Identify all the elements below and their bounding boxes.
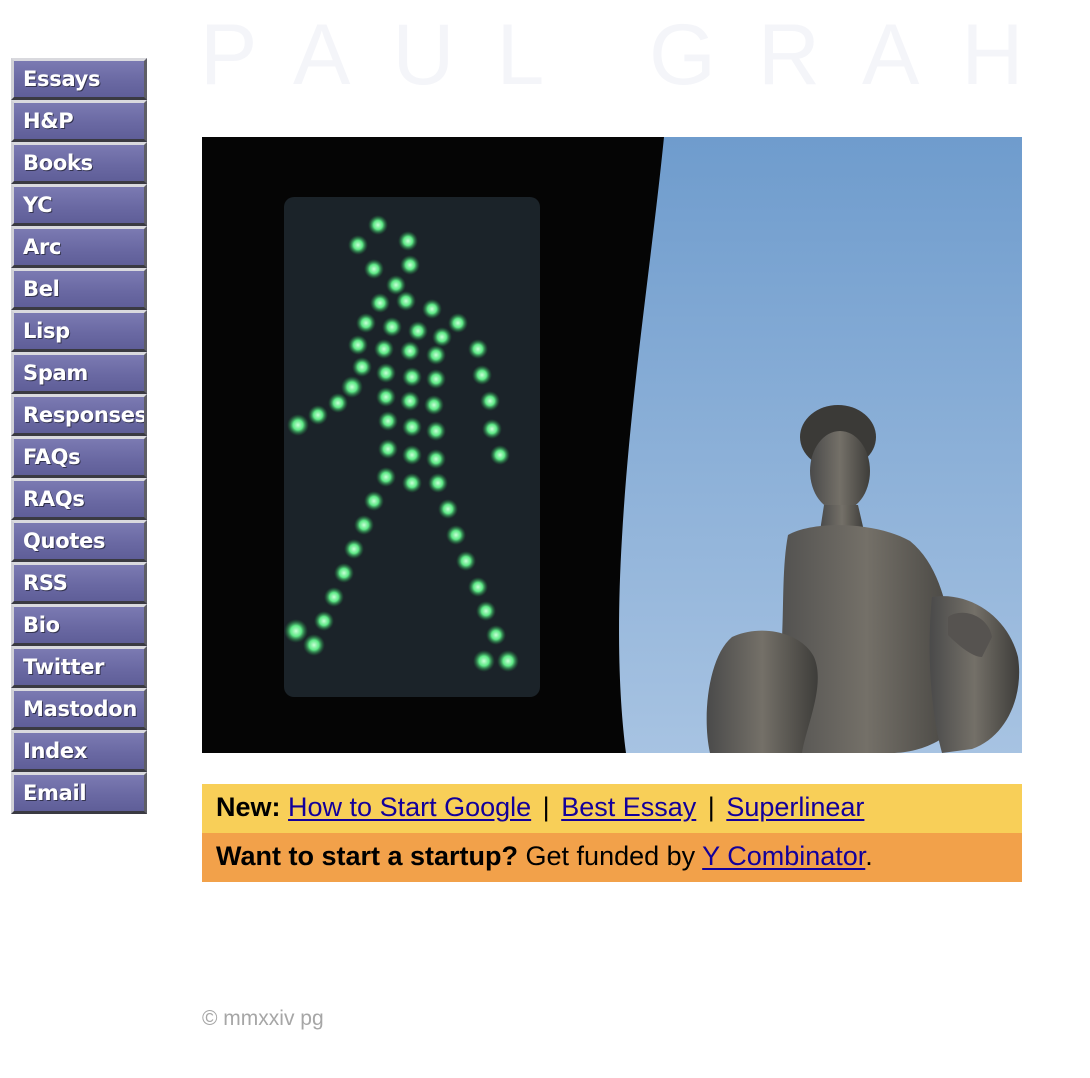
- startup-question: Want to start a startup?: [216, 841, 519, 871]
- nav-button-spam[interactable]: Spam: [11, 352, 147, 394]
- nav-button-essays[interactable]: Essays: [11, 58, 147, 100]
- startup-text: Get funded by: [525, 841, 696, 871]
- nav-button-twitter[interactable]: Twitter: [11, 646, 147, 688]
- nav-button-email[interactable]: Email: [11, 772, 147, 814]
- link-best-essay[interactable]: Best Essay: [561, 792, 696, 822]
- link-superlinear[interactable]: Superlinear: [726, 792, 864, 822]
- link-how-to-start-google[interactable]: How to Start Google: [288, 792, 531, 822]
- nav-button-rss[interactable]: RSS: [11, 562, 147, 604]
- nav-button-hp[interactable]: H&P: [11, 100, 147, 142]
- nav-button-responses[interactable]: Responses: [11, 394, 147, 436]
- news-label: New:: [216, 792, 281, 822]
- nav-button-bio[interactable]: Bio: [11, 604, 147, 646]
- site-wordmark: PAUL GRAHAM: [200, 12, 1022, 103]
- nav-button-arc[interactable]: Arc: [11, 226, 147, 268]
- link-separator: |: [542, 792, 550, 822]
- nav-button-mastodon[interactable]: Mastodon: [11, 688, 147, 730]
- nav-button-raqs[interactable]: RAQs: [11, 478, 147, 520]
- link-separator: |: [707, 792, 715, 822]
- footer-copyright: © mmxxiv pg: [202, 1007, 324, 1030]
- nav-button-lisp[interactable]: Lisp: [11, 310, 147, 352]
- link-y-combinator[interactable]: Y Combinator: [702, 841, 865, 871]
- hero-image: [202, 137, 1022, 753]
- nav-button-index[interactable]: Index: [11, 730, 147, 772]
- startup-period: .: [865, 841, 873, 871]
- nav-button-quotes[interactable]: Quotes: [11, 520, 147, 562]
- nav-button-bel[interactable]: Bel: [11, 268, 147, 310]
- nav-button-yc[interactable]: YC: [11, 184, 147, 226]
- startup-banner: Want to start a startup? Get funded by Y…: [202, 833, 1022, 882]
- sidebar-nav: Essays H&P Books YC Arc Bel Lisp Spam Re…: [11, 58, 147, 814]
- nav-button-faqs[interactable]: FAQs: [11, 436, 147, 478]
- nav-button-books[interactable]: Books: [11, 142, 147, 184]
- news-banner: New: How to Start Google | Best Essay | …: [202, 784, 1022, 833]
